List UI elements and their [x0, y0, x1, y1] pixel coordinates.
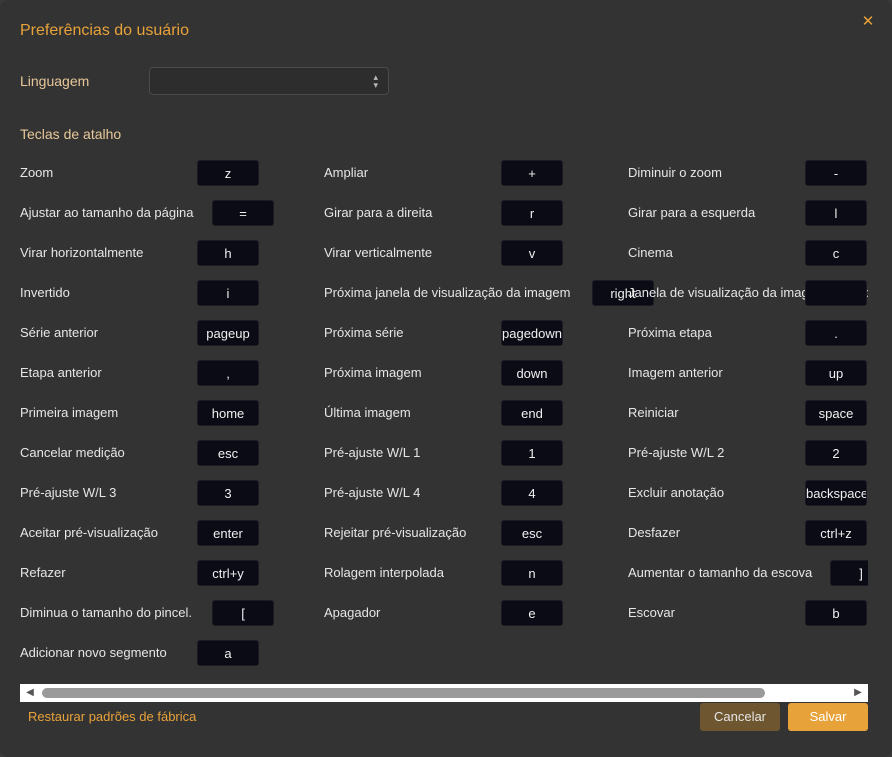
shortcut-label: Rolagem interpolada	[324, 565, 444, 580]
shortcut-label: Próxima etapa	[628, 325, 712, 340]
shortcut-key-input[interactable]: -	[805, 160, 867, 186]
shortcut-key-input[interactable]: ctrl+z	[805, 520, 867, 546]
shortcut-label: Etapa anterior	[20, 365, 102, 380]
shortcut-label: Pré-ajuste W/L 3	[20, 485, 117, 500]
shortcut-label: Desfazer	[628, 525, 681, 540]
shortcut-label: Adicionar novo segmento	[20, 645, 167, 660]
shortcut-label: Aumentar o tamanho da escova	[628, 565, 813, 580]
cancel-button[interactable]: Cancelar	[700, 703, 780, 731]
shortcut-key-input[interactable]: z	[197, 160, 259, 186]
scroll-right-arrow-icon[interactable]: ▶	[852, 687, 864, 699]
shortcut-key-input[interactable]: up	[805, 360, 867, 386]
shortcut-key-input[interactable]: ,	[197, 360, 259, 386]
shortcut-key-input[interactable]: ]	[830, 560, 868, 586]
restore-defaults-link[interactable]: Restaurar padrões de fábrica	[28, 709, 196, 724]
shortcut-label: Invertido	[20, 285, 70, 300]
save-button[interactable]: Salvar	[788, 703, 868, 731]
shortcut-label: Girar para a direita	[324, 205, 433, 220]
shortcut-key-input[interactable]: =	[212, 200, 274, 226]
preferences-dialog: Preferências do usuário ✕ Linguagem ▴ ▾ T…	[0, 0, 892, 757]
shortcut-key-input[interactable]: 4	[501, 480, 563, 506]
shortcut-key-input[interactable]: 2	[805, 440, 867, 466]
shortcut-label: Excluir anotação	[628, 485, 725, 500]
scroll-left-arrow-icon[interactable]: ◀	[24, 687, 36, 699]
shortcut-label: Pré-ajuste W/L 2	[628, 445, 725, 460]
shortcut-label: Zoom	[20, 165, 54, 180]
shortcut-key-input[interactable]: b	[805, 600, 867, 626]
shortcut-label: Ajustar ao tamanho da página	[20, 205, 194, 220]
horizontal-scrollbar[interactable]: ◀ ▶	[20, 684, 868, 702]
shortcut-label: Diminua o tamanho do pincel.	[20, 605, 192, 620]
shortcut-key-input[interactable]: c	[805, 240, 867, 266]
shortcut-label: Girar para a esquerda	[628, 205, 756, 220]
shortcut-key-input[interactable]	[805, 280, 867, 306]
shortcut-key-input[interactable]: space	[805, 400, 867, 426]
shortcut-label: Pré-ajuste W/L 1	[324, 445, 421, 460]
shortcut-key-input[interactable]: pagedown	[501, 320, 563, 346]
shortcut-label: Imagem anterior	[628, 365, 723, 380]
shortcut-label: Virar verticalmente	[324, 245, 433, 260]
shortcut-label: Aceitar pré-visualização	[20, 525, 159, 540]
shortcut-key-input[interactable]: backspace	[805, 480, 867, 506]
scrollbar-thumb[interactable]	[42, 688, 765, 698]
shortcut-label: Próxima série	[324, 325, 404, 340]
shortcut-label: Série anterior	[20, 325, 99, 340]
shortcut-key-input[interactable]: esc	[197, 440, 259, 466]
shortcut-key-input[interactable]: e	[501, 600, 563, 626]
shortcut-key-input[interactable]: h	[197, 240, 259, 266]
shortcut-label: Apagador	[324, 605, 381, 620]
shortcut-label: Reiniciar	[628, 405, 679, 420]
shortcut-label: Rejeitar pré-visualização	[324, 525, 467, 540]
shortcut-label: Refazer	[20, 565, 66, 580]
shortcut-label: Próxima imagem	[324, 365, 422, 380]
shortcut-key-input[interactable]: 3	[197, 480, 259, 506]
shortcut-key-input[interactable]: l	[805, 200, 867, 226]
shortcut-key-input[interactable]: end	[501, 400, 563, 426]
shortcuts-viewport: Zoom z Ampliar + Diminuir o zoom - Ajustar ao …	[0, 0, 868, 680]
shortcut-label: Escovar	[628, 605, 675, 620]
shortcut-key-input[interactable]: r	[501, 200, 563, 226]
shortcut-key-input[interactable]: pageup	[197, 320, 259, 346]
shortcut-label: Virar horizontalmente	[20, 245, 144, 260]
shortcut-label: Diminuir o zoom	[628, 165, 722, 180]
shortcut-key-input[interactable]: home	[197, 400, 259, 426]
shortcut-key-input[interactable]: [	[212, 600, 274, 626]
shortcut-label: Ampliar	[324, 165, 369, 180]
shortcut-key-input[interactable]: n	[501, 560, 563, 586]
shortcut-key-input[interactable]: v	[501, 240, 563, 266]
shortcut-key-input[interactable]: .	[805, 320, 867, 346]
shortcut-key-input[interactable]: ctrl+y	[197, 560, 259, 586]
shortcut-key-input[interactable]: enter	[197, 520, 259, 546]
shortcut-key-input[interactable]: i	[197, 280, 259, 306]
shortcut-label: Primeira imagem	[20, 405, 119, 420]
shortcut-label: Cancelar medição	[20, 445, 125, 460]
shortcut-label: Última imagem	[324, 405, 411, 420]
shortcut-key-input[interactable]: a	[197, 640, 259, 666]
shortcut-key-input[interactable]: 1	[501, 440, 563, 466]
shortcut-label: Pré-ajuste W/L 4	[324, 485, 421, 500]
shortcut-key-input[interactable]: +	[501, 160, 563, 186]
shortcut-label: Próxima janela de visualização da imagem	[324, 285, 571, 300]
shortcut-key-input[interactable]: down	[501, 360, 563, 386]
shortcut-label: Cinema	[628, 245, 673, 260]
shortcut-key-input[interactable]: esc	[501, 520, 563, 546]
